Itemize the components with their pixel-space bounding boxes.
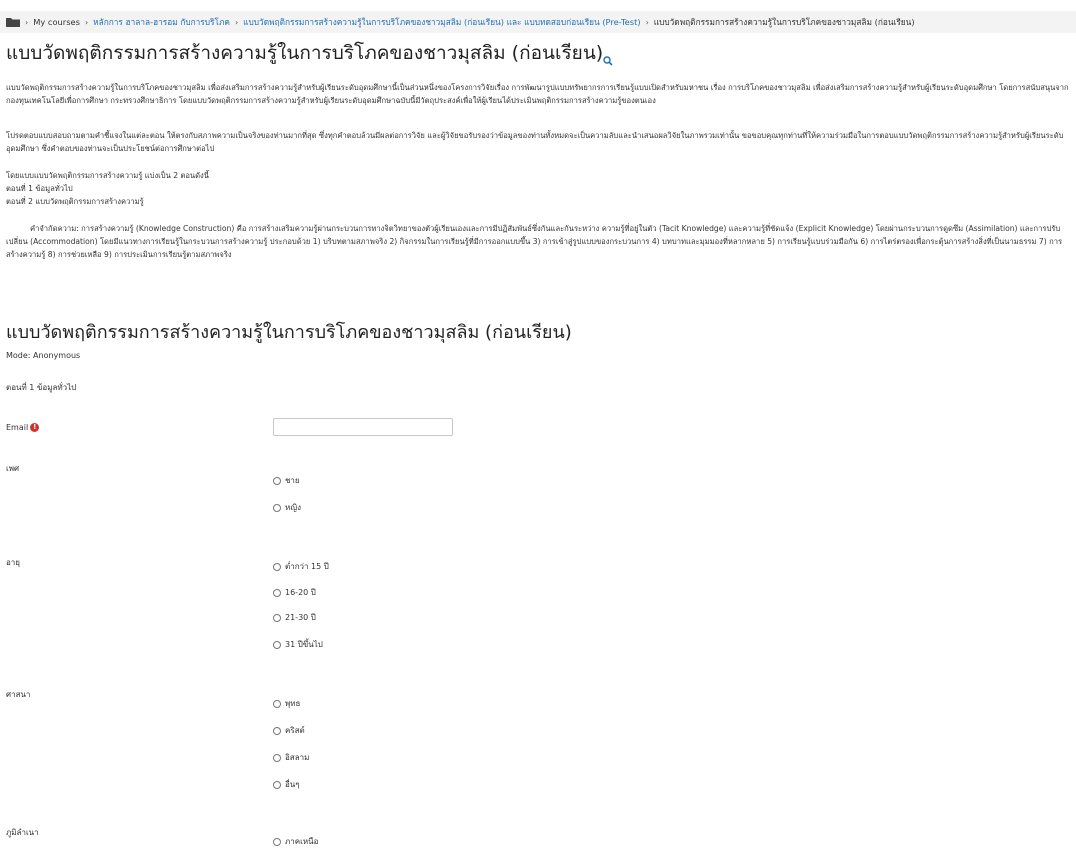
form-title: แบบวัดพฤติกรรมการสร้างความรู้ในการบริโภค… (6, 322, 572, 343)
gender-label: เพศ (6, 464, 20, 473)
radio-option-gender-female[interactable]: หญิง (273, 501, 301, 514)
radio-option-label: 21-30 ปี (285, 613, 316, 622)
required-icon: ! (30, 423, 40, 432)
radio-option-region-1[interactable]: ภาคเหนือ (273, 835, 318, 848)
breadcrumb-course[interactable]: หลักการ ฮาลาล-ฮารอม กับการบริโภค (93, 15, 230, 29)
age-label: อายุ (6, 558, 20, 567)
radio-option-religion-2[interactable]: คริสต์ (273, 724, 305, 737)
radio-option-age-4[interactable]: 31 ปีขึ้นไป (273, 638, 323, 651)
email-label: Email ! (6, 423, 40, 432)
definition-paragraph: คำจำกัดความ: การสร้างความรู้ (Knowledge … (6, 224, 1063, 259)
radio-option-label: คริสต์ (285, 726, 305, 735)
radio-button[interactable] (273, 726, 281, 735)
radio-option-label: ชาย (285, 476, 300, 485)
radio-option-label: 31 ปีขึ้นไป (285, 640, 323, 649)
breadcrumb-section[interactable]: แบบวัดพฤติกรรมการสร้างความรู้ในการบริโภค… (243, 15, 640, 29)
section-1-label: ตอนที่ 1 ข้อมูลทั่วไป (6, 383, 77, 392)
intro-paragraph-2: โปรดตอบแบบสอบถามตามคำชี้แจงในแต่ละตอน ให… (6, 131, 1064, 153)
radio-option-age-2[interactable]: 16-20 ปี (273, 586, 316, 599)
radio-option-religion-4[interactable]: อื่นๆ (273, 778, 300, 791)
radio-option-label: ภาคเหนือ (285, 837, 319, 846)
radio-option-gender-male[interactable]: ชาย (273, 474, 300, 487)
page-title-text: แบบวัดพฤติกรรมการสร้างความรู้ในการบริโภค… (6, 42, 604, 64)
email-label-text: Email (6, 423, 29, 432)
radio-option-label: อื่นๆ (285, 780, 300, 789)
intro-paragraph-3: โดยแบบแบบวัดพฤติกรรมการสร้างความรู้ แบ่ง… (6, 169, 1072, 209)
radio-option-age-3[interactable]: 21-30 ปี (273, 611, 316, 624)
mode-label: Mode: Anonymous (6, 351, 81, 360)
radio-option-label: ต่ำกว่า 15 ปี (285, 562, 329, 571)
breadcrumb-my-courses[interactable]: My courses (33, 17, 80, 27)
radio-button[interactable] (273, 640, 281, 649)
page: › My courses › หลักการ ฮาลาล-ฮารอม กับกา… (0, 0, 1076, 848)
radio-option-label: อิสลาม (285, 753, 310, 762)
radio-option-religion-3[interactable]: อิสลาม (273, 751, 309, 764)
radio-button[interactable] (273, 503, 281, 512)
radio-option-label: พุทธ (285, 699, 301, 708)
intro-line: ตอนที่ 2 แบบวัดพฤติกรรมการสร้างความรู้ (6, 197, 144, 206)
radio-button[interactable] (273, 613, 281, 622)
radio-button[interactable] (273, 780, 281, 789)
radio-button[interactable] (273, 837, 281, 846)
radio-button[interactable] (273, 562, 281, 571)
breadcrumb-current: แบบวัดพฤติกรรมการสร้างความรู้ในการบริโภค… (653, 17, 915, 27)
breadcrumb-separator: › (84, 17, 89, 27)
intro-paragraph-1: แบบวัดพฤติกรรมการสร้างความรู้ในการบริโภค… (6, 83, 1069, 105)
breadcrumb: › My courses › หลักการ ฮาลาล-ฮารอม กับกา… (0, 11, 1076, 33)
radio-button[interactable] (273, 476, 281, 485)
radio-button[interactable] (273, 699, 281, 708)
region-label: ภูมิลำเนา (6, 828, 39, 837)
radio-button[interactable] (273, 588, 281, 597)
breadcrumb-separator: › (25, 17, 29, 27)
radio-option-age-1[interactable]: ต่ำกว่า 15 ปี (273, 560, 329, 573)
home-folder-icon[interactable] (6, 17, 20, 27)
intro-line: โดยแบบแบบวัดพฤติกรรมการสร้างความรู้ แบ่ง… (6, 171, 209, 180)
radio-option-religion-1[interactable]: พุทธ (273, 697, 300, 710)
religion-label: ศาสนา (6, 690, 31, 699)
search-icon[interactable] (603, 49, 613, 66)
radio-option-label: 16-20 ปี (285, 588, 316, 597)
radio-option-label: หญิง (285, 503, 301, 512)
intro-line: ตอนที่ 1 ข้อมูลทั่วไป (6, 184, 73, 193)
radio-button[interactable] (273, 753, 281, 762)
breadcrumb-separator: › (645, 17, 649, 27)
email-field[interactable] (273, 418, 453, 436)
page-title: แบบวัดพฤติกรรมการสร้างความรู้ในการบริโภค… (6, 38, 613, 68)
breadcrumb-separator: › (234, 17, 239, 27)
